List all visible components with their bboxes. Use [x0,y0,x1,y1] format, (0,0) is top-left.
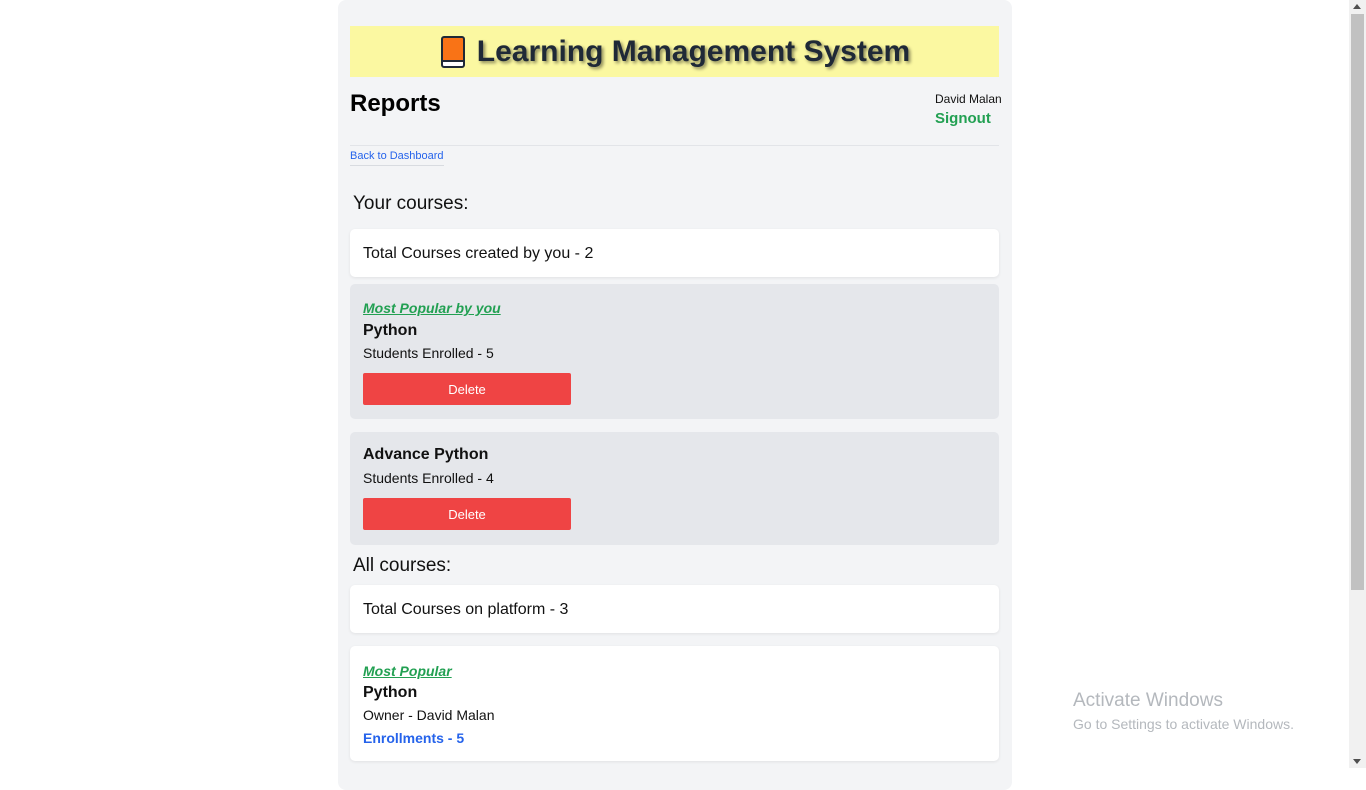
most-popular-badge[interactable]: Most Popular [363,663,452,679]
course-name: Python [363,684,418,701]
all-courses-total-card: Total Courses on platform - 3 [350,585,999,633]
most-popular-by-you-badge[interactable]: Most Popular by you [363,300,501,316]
app-title-heading: Learning Management System [439,35,910,69]
watermark-subtitle: Go to Settings to activate Windows. [1073,716,1294,732]
main-container: Learning Management System Reports David… [338,0,1012,790]
scroll-down-arrow-icon[interactable] [1353,759,1361,764]
your-courses-heading: Your courses: [353,193,469,214]
app-banner: Learning Management System [350,26,999,77]
all-courses-total: Total Courses on platform - 3 [363,601,569,618]
signout-link[interactable]: Signout [935,110,1002,127]
app-title: Learning Management System [476,34,911,68]
course-owner: Owner - David Malan [363,707,495,723]
header-divider [350,145,999,146]
course-card: Most Popular by you Python Students Enro… [350,284,999,419]
book-icon [439,35,465,68]
your-courses-total-card: Total Courses created by you - 2 [350,229,999,277]
your-courses-total: Total Courses created by you - 2 [363,245,594,262]
vertical-scrollbar[interactable] [1349,0,1366,768]
all-courses-heading: All courses: [353,555,452,576]
course-name: Python [363,322,418,339]
user-name: David Malan [935,92,1002,106]
course-card: Advance Python Students Enrolled - 4 Del… [350,432,999,545]
students-enrolled: Students Enrolled - 4 [363,470,494,486]
windows-activation-watermark: Activate Windows Go to Settings to activ… [1073,690,1294,732]
watermark-title: Activate Windows [1073,690,1223,711]
scroll-up-arrow-icon[interactable] [1353,4,1361,9]
delete-course-button[interactable]: Delete [363,498,571,530]
page-title: Reports [350,90,441,117]
course-enrollments: Enrollments - 5 [363,730,465,746]
platform-course-card: Most Popular Python Owner - David Malan … [350,646,999,761]
students-enrolled: Students Enrolled - 5 [363,345,494,361]
back-to-dashboard-link[interactable]: Back to Dashboard [350,150,444,166]
delete-course-button[interactable]: Delete [363,373,571,405]
user-box: David Malan Signout [935,92,1002,127]
course-name: Advance Python [363,446,489,463]
scroll-thumb[interactable] [1351,14,1364,590]
